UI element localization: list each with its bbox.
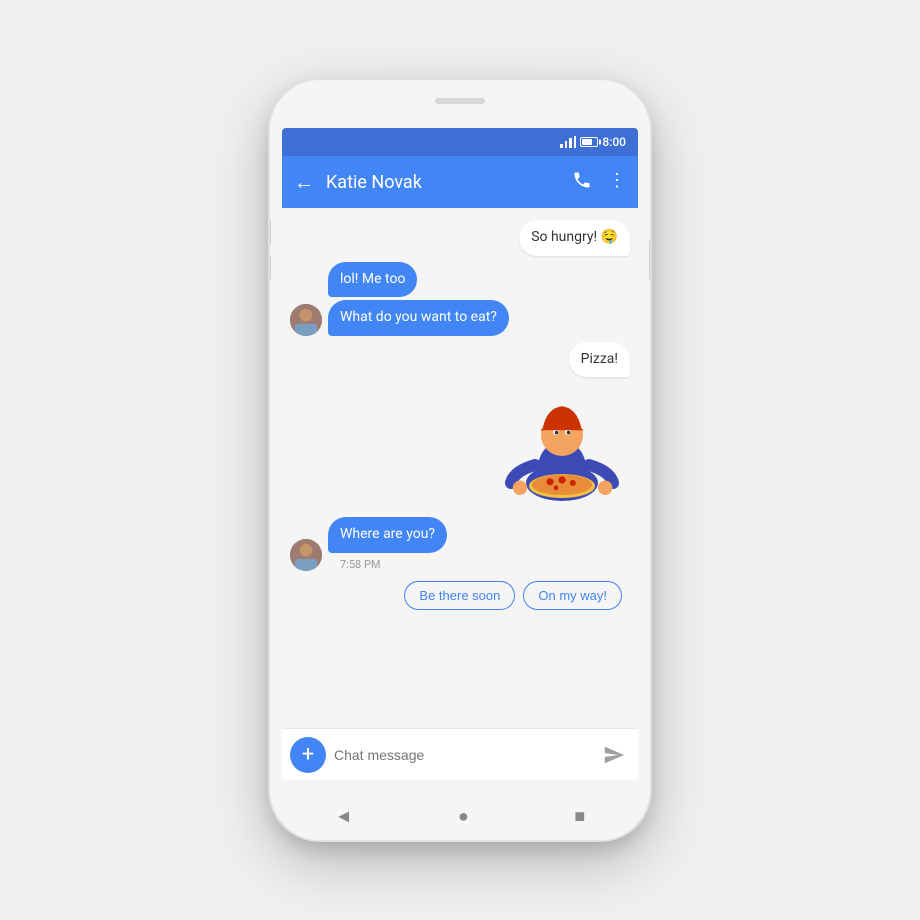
message-group: Where are you? 7:58 PM xyxy=(328,517,447,571)
message-row: Pizza! xyxy=(290,342,630,378)
status-bar-right: 8:00 xyxy=(560,135,626,149)
phone-frame: 8:00 ← Katie Novak ⋮ So hungr xyxy=(270,80,650,840)
nav-recent-button[interactable]: ■ xyxy=(574,806,585,827)
signal-icon xyxy=(560,136,576,148)
incoming-bubble: lol! Me too xyxy=(328,262,417,298)
sticker xyxy=(502,387,622,507)
more-options-button[interactable]: ⋮ xyxy=(608,170,626,195)
message-row: lol! Me too What do you want to eat? xyxy=(290,262,630,336)
battery-icon xyxy=(580,137,598,147)
app-bar-actions: ⋮ xyxy=(572,170,626,195)
incoming-bubble: Where are you? xyxy=(328,517,447,553)
add-button[interactable]: + xyxy=(290,737,326,773)
nav-home-button[interactable]: ● xyxy=(458,806,469,827)
message-row: So hungry! 🤤 xyxy=(290,220,630,256)
smart-reply-on-my-way[interactable]: On my way! xyxy=(523,581,622,610)
app-bar: ← Katie Novak ⋮ xyxy=(282,156,638,208)
smart-reply-be-there-soon[interactable]: Be there soon xyxy=(404,581,515,610)
message-row: Where are you? 7:58 PM xyxy=(290,517,630,571)
input-bar: + xyxy=(282,728,638,780)
outgoing-bubble: Pizza! xyxy=(569,342,630,378)
nav-back-button[interactable]: ◄ xyxy=(335,806,353,827)
outgoing-bubble: So hungry! 🤤 xyxy=(519,220,630,256)
smart-reply-row: Be there soon On my way! xyxy=(290,577,630,614)
back-button[interactable]: ← xyxy=(294,170,314,195)
send-button[interactable] xyxy=(598,739,630,771)
call-button[interactable] xyxy=(572,170,592,195)
sticker-row xyxy=(290,387,630,507)
message-group: lol! Me too What do you want to eat? xyxy=(328,262,509,336)
phone-screen: 8:00 ← Katie Novak ⋮ So hungr xyxy=(282,128,638,780)
contact-name: Katie Novak xyxy=(326,172,572,193)
phone-speaker xyxy=(435,98,485,104)
volume-button-1 xyxy=(270,220,271,245)
avatar xyxy=(290,539,322,571)
avatar xyxy=(290,304,322,336)
message-timestamp: 7:58 PM xyxy=(328,558,392,571)
power-button xyxy=(649,240,650,280)
incoming-bubble: What do you want to eat? xyxy=(328,300,509,336)
volume-button-2 xyxy=(270,255,271,280)
chat-area: So hungry! 🤤 lol! Me too What do you xyxy=(282,208,638,728)
status-time: 8:00 xyxy=(602,135,626,149)
chat-input[interactable] xyxy=(334,737,590,773)
status-bar: 8:00 xyxy=(282,128,638,156)
nav-bar: ◄ ● ■ xyxy=(282,792,638,840)
